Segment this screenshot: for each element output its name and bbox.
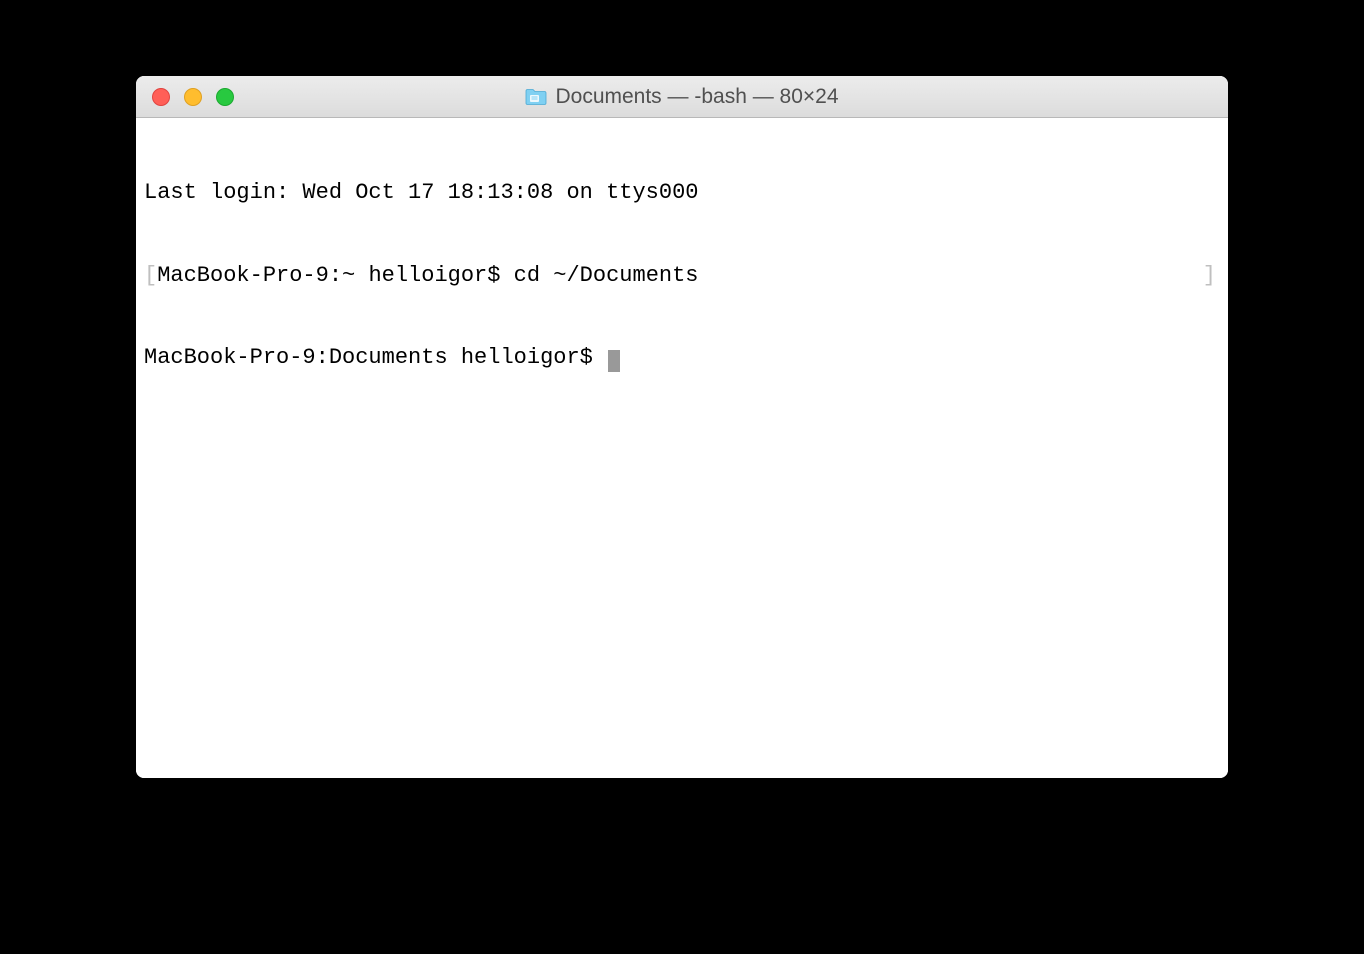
minimize-button[interactable]	[184, 88, 202, 106]
bracket-right: ]	[1203, 262, 1220, 290]
window-title-area: Documents — -bash — 80×24	[525, 85, 838, 109]
window-title: Documents — -bash — 80×24	[555, 85, 838, 109]
bracket-left: [	[144, 262, 157, 290]
window-titlebar[interactable]: Documents — -bash — 80×24	[136, 76, 1228, 118]
terminal-line-2: MacBook-Pro-9:Documents helloigor$	[144, 344, 1220, 372]
terminal-command-1: cd ~/Documents	[514, 262, 699, 290]
terminal-line-1: [MacBook-Pro-9:~ helloigor$ cd ~/Documen…	[144, 262, 1220, 290]
maximize-button[interactable]	[216, 88, 234, 106]
folder-icon	[525, 88, 547, 106]
terminal-line-last-login: Last login: Wed Oct 17 18:13:08 on ttys0…	[144, 179, 1220, 207]
terminal-window: Documents — -bash — 80×24 Last login: We…	[136, 76, 1228, 778]
terminal-prompt-2: MacBook-Pro-9:Documents helloigor$	[144, 345, 606, 370]
terminal-prompt-1: MacBook-Pro-9:~ helloigor$	[157, 262, 513, 290]
traffic-lights	[136, 88, 234, 106]
close-button[interactable]	[152, 88, 170, 106]
terminal-area[interactable]: Last login: Wed Oct 17 18:13:08 on ttys0…	[136, 118, 1228, 778]
cursor-block	[608, 350, 620, 372]
